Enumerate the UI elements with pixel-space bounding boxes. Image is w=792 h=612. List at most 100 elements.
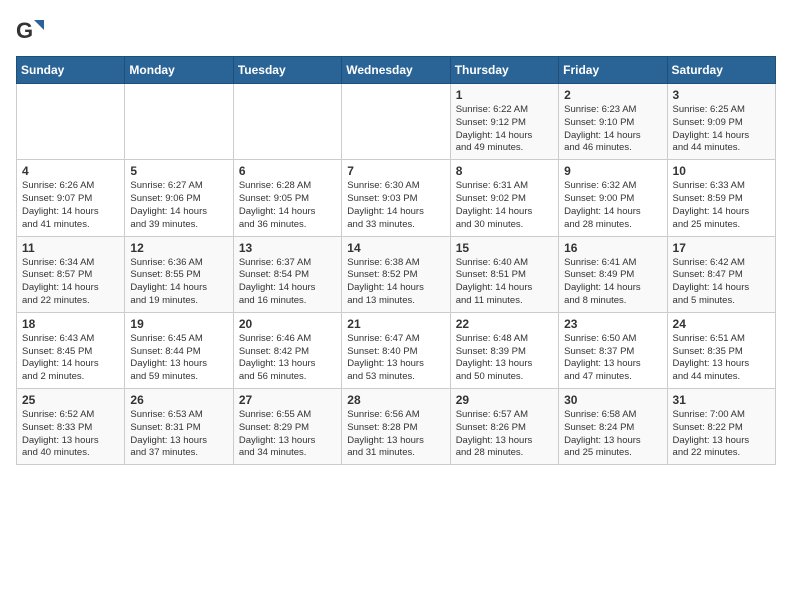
day-number: 17 xyxy=(673,241,770,255)
calendar-cell: 5 Sunrise: 6:27 AM Sunset: 9:06 PM Daylig… xyxy=(125,160,233,236)
calendar-body: 1Sunrise: 6:22 AM Sunset: 9:12 PM Daylig… xyxy=(17,84,776,465)
calendar-week-row: 11 Sunrise: 6:34 AM Sunset: 8:57 PM Dayli… xyxy=(17,236,776,312)
calendar-cell: 11 Sunrise: 6:34 AM Sunset: 8:57 PM Dayli… xyxy=(17,236,125,312)
day-number: 2 xyxy=(564,88,661,102)
day-info: Sunrise: 6:27 AM Sunset: 9:06 PM Dayligh… xyxy=(130,180,227,231)
day-number: 12 xyxy=(130,241,227,255)
calendar-cell: 15 Sunrise: 6:40 AM Sunset: 8:51 PM Dayli… xyxy=(450,236,558,312)
calendar-cell: 4 Sunrise: 6:26 AM Sunset: 9:07 PM Daylig… xyxy=(17,160,125,236)
day-info: Sunrise: 6:58 AM Sunset: 8:24 PM Dayligh… xyxy=(564,409,661,460)
weekday-header-monday: Monday xyxy=(125,57,233,84)
day-info: Sunrise: 6:50 AM Sunset: 8:37 PM Dayligh… xyxy=(564,333,661,384)
day-number: 6 xyxy=(239,164,336,178)
weekday-header-friday: Friday xyxy=(559,57,667,84)
day-number: 16 xyxy=(564,241,661,255)
day-number: 15 xyxy=(456,241,553,255)
day-info: Sunrise: 6:40 AM Sunset: 8:51 PM Dayligh… xyxy=(456,257,553,308)
day-info: Sunrise: 6:37 AM Sunset: 8:54 PM Dayligh… xyxy=(239,257,336,308)
day-info: Sunrise: 6:31 AM Sunset: 9:02 PM Dayligh… xyxy=(456,180,553,231)
day-info: Sunrise: 6:36 AM Sunset: 8:55 PM Dayligh… xyxy=(130,257,227,308)
calendar-cell: 1Sunrise: 6:22 AM Sunset: 9:12 PM Daylig… xyxy=(450,84,558,160)
calendar-cell: 14Sunrise: 6:38 AM Sunset: 8:52 PM Dayli… xyxy=(342,236,450,312)
calendar-cell: 7 Sunrise: 6:30 AM Sunset: 9:03 PM Daylig… xyxy=(342,160,450,236)
weekday-header-row: SundayMondayTuesdayWednesdayThursdayFrid… xyxy=(17,57,776,84)
day-number: 29 xyxy=(456,393,553,407)
day-info: Sunrise: 6:33 AM Sunset: 8:59 PM Dayligh… xyxy=(673,180,770,231)
day-number: 20 xyxy=(239,317,336,331)
calendar-cell: 8Sunrise: 6:31 AM Sunset: 9:02 PM Daylig… xyxy=(450,160,558,236)
calendar-cell xyxy=(342,84,450,160)
calendar-week-row: 18Sunrise: 6:43 AM Sunset: 8:45 PM Dayli… xyxy=(17,312,776,388)
weekday-header-tuesday: Tuesday xyxy=(233,57,341,84)
day-info: Sunrise: 6:47 AM Sunset: 8:40 PM Dayligh… xyxy=(347,333,444,384)
calendar-cell: 13 Sunrise: 6:37 AM Sunset: 8:54 PM Dayli… xyxy=(233,236,341,312)
day-number: 21 xyxy=(347,317,444,331)
calendar-cell: 17 Sunrise: 6:42 AM Sunset: 8:47 PM Dayli… xyxy=(667,236,775,312)
calendar-cell: 27Sunrise: 6:55 AM Sunset: 8:29 PM Dayli… xyxy=(233,389,341,465)
day-info: Sunrise: 6:23 AM Sunset: 9:10 PM Dayligh… xyxy=(564,104,661,155)
day-info: Sunrise: 6:38 AM Sunset: 8:52 PM Dayligh… xyxy=(347,257,444,308)
day-number: 9 xyxy=(564,164,661,178)
day-number: 31 xyxy=(673,393,770,407)
day-info: Sunrise: 6:56 AM Sunset: 8:28 PM Dayligh… xyxy=(347,409,444,460)
day-info: Sunrise: 6:22 AM Sunset: 9:12 PM Dayligh… xyxy=(456,104,553,155)
day-number: 23 xyxy=(564,317,661,331)
day-number: 25 xyxy=(22,393,119,407)
day-info: Sunrise: 7:00 AM Sunset: 8:22 PM Dayligh… xyxy=(673,409,770,460)
calendar-cell: 2 Sunrise: 6:23 AM Sunset: 9:10 PM Daylig… xyxy=(559,84,667,160)
page-header: G xyxy=(16,16,776,44)
day-number: 4 xyxy=(22,164,119,178)
day-info: Sunrise: 6:51 AM Sunset: 8:35 PM Dayligh… xyxy=(673,333,770,384)
calendar-cell: 10 Sunrise: 6:33 AM Sunset: 8:59 PM Dayli… xyxy=(667,160,775,236)
day-number: 22 xyxy=(456,317,553,331)
logo-icon: G xyxy=(16,16,44,44)
calendar-cell: 22 Sunrise: 6:48 AM Sunset: 8:39 PM Dayli… xyxy=(450,312,558,388)
day-info: Sunrise: 6:45 AM Sunset: 8:44 PM Dayligh… xyxy=(130,333,227,384)
day-number: 18 xyxy=(22,317,119,331)
calendar-cell: 19 Sunrise: 6:45 AM Sunset: 8:44 PM Dayli… xyxy=(125,312,233,388)
calendar-cell: 25 Sunrise: 6:52 AM Sunset: 8:33 PM Dayli… xyxy=(17,389,125,465)
calendar-week-row: 25 Sunrise: 6:52 AM Sunset: 8:33 PM Dayli… xyxy=(17,389,776,465)
calendar-week-row: 4 Sunrise: 6:26 AM Sunset: 9:07 PM Daylig… xyxy=(17,160,776,236)
day-info: Sunrise: 6:52 AM Sunset: 8:33 PM Dayligh… xyxy=(22,409,119,460)
day-number: 30 xyxy=(564,393,661,407)
calendar-table: SundayMondayTuesdayWednesdayThursdayFrid… xyxy=(16,56,776,465)
day-info: Sunrise: 6:32 AM Sunset: 9:00 PM Dayligh… xyxy=(564,180,661,231)
day-info: Sunrise: 6:55 AM Sunset: 8:29 PM Dayligh… xyxy=(239,409,336,460)
day-info: Sunrise: 6:53 AM Sunset: 8:31 PM Dayligh… xyxy=(130,409,227,460)
calendar-cell: 16 Sunrise: 6:41 AM Sunset: 8:49 PM Dayli… xyxy=(559,236,667,312)
weekday-header-thursday: Thursday xyxy=(450,57,558,84)
calendar-cell: 6Sunrise: 6:28 AM Sunset: 9:05 PM Daylig… xyxy=(233,160,341,236)
day-number: 28 xyxy=(347,393,444,407)
calendar-cell: 12 Sunrise: 6:36 AM Sunset: 8:55 PM Dayli… xyxy=(125,236,233,312)
calendar-cell: 29 Sunrise: 6:57 AM Sunset: 8:26 PM Dayli… xyxy=(450,389,558,465)
day-number: 19 xyxy=(130,317,227,331)
day-number: 3 xyxy=(673,88,770,102)
day-info: Sunrise: 6:25 AM Sunset: 9:09 PM Dayligh… xyxy=(673,104,770,155)
day-info: Sunrise: 6:41 AM Sunset: 8:49 PM Dayligh… xyxy=(564,257,661,308)
day-number: 24 xyxy=(673,317,770,331)
calendar-header: SundayMondayTuesdayWednesdayThursdayFrid… xyxy=(17,57,776,84)
weekday-header-sunday: Sunday xyxy=(17,57,125,84)
day-number: 5 xyxy=(130,164,227,178)
calendar-cell: 30 Sunrise: 6:58 AM Sunset: 8:24 PM Dayli… xyxy=(559,389,667,465)
calendar-cell: 18Sunrise: 6:43 AM Sunset: 8:45 PM Dayli… xyxy=(17,312,125,388)
calendar-cell: 21 Sunrise: 6:47 AM Sunset: 8:40 PM Dayli… xyxy=(342,312,450,388)
day-number: 11 xyxy=(22,241,119,255)
day-number: 7 xyxy=(347,164,444,178)
calendar-cell: 9 Sunrise: 6:32 AM Sunset: 9:00 PM Daylig… xyxy=(559,160,667,236)
calendar-cell: 28 Sunrise: 6:56 AM Sunset: 8:28 PM Dayli… xyxy=(342,389,450,465)
svg-text:G: G xyxy=(16,18,33,43)
day-info: Sunrise: 6:48 AM Sunset: 8:39 PM Dayligh… xyxy=(456,333,553,384)
day-info: Sunrise: 6:46 AM Sunset: 8:42 PM Dayligh… xyxy=(239,333,336,384)
day-info: Sunrise: 6:26 AM Sunset: 9:07 PM Dayligh… xyxy=(22,180,119,231)
calendar-cell xyxy=(125,84,233,160)
day-info: Sunrise: 6:30 AM Sunset: 9:03 PM Dayligh… xyxy=(347,180,444,231)
calendar-cell xyxy=(17,84,125,160)
day-info: Sunrise: 6:57 AM Sunset: 8:26 PM Dayligh… xyxy=(456,409,553,460)
day-number: 10 xyxy=(673,164,770,178)
day-info: Sunrise: 6:34 AM Sunset: 8:57 PM Dayligh… xyxy=(22,257,119,308)
day-info: Sunrise: 6:42 AM Sunset: 8:47 PM Dayligh… xyxy=(673,257,770,308)
day-number: 13 xyxy=(239,241,336,255)
calendar-cell: 24 Sunrise: 6:51 AM Sunset: 8:35 PM Dayli… xyxy=(667,312,775,388)
